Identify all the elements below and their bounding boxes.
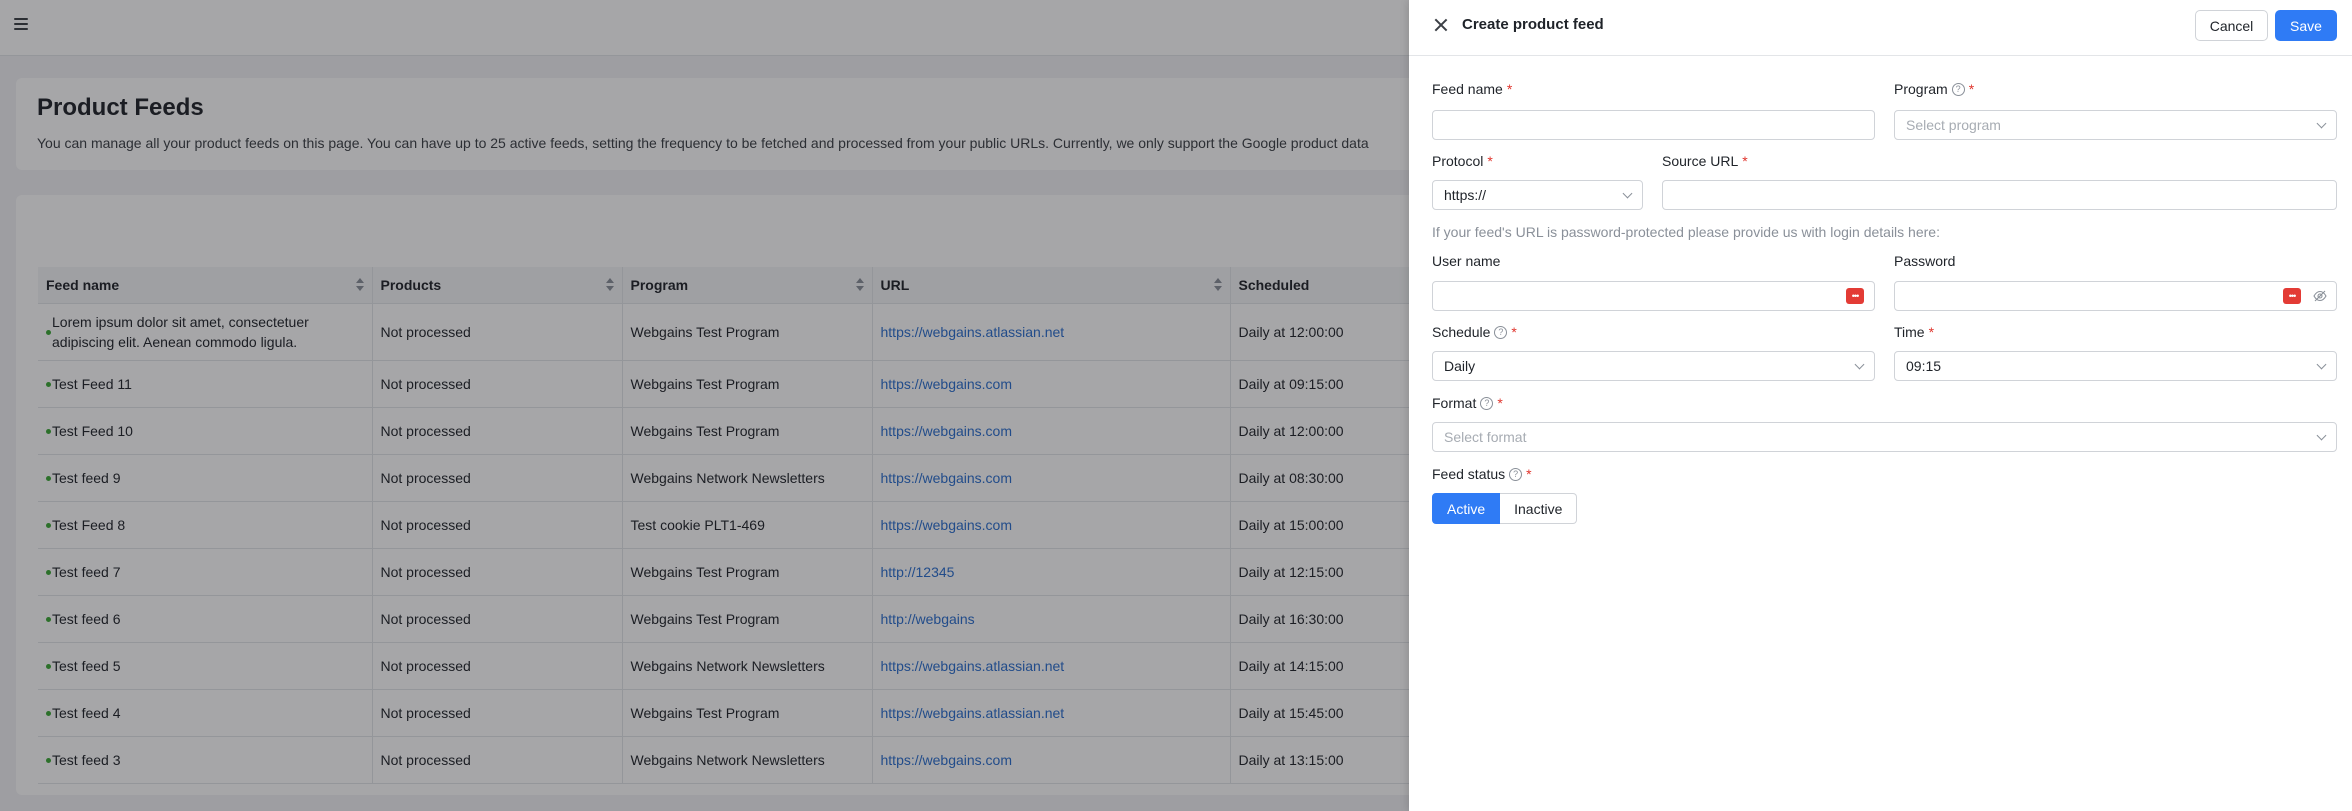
- required-mark: *: [1526, 466, 1532, 482]
- source-url-input[interactable]: [1662, 180, 2337, 210]
- required-mark: *: [1487, 153, 1493, 169]
- help-icon[interactable]: ?: [1509, 467, 1523, 481]
- format-select[interactable]: Select format: [1432, 422, 2337, 452]
- protocol-select[interactable]: https://: [1432, 180, 1643, 210]
- help-icon[interactable]: ?: [1494, 325, 1508, 339]
- program-label: Program? *: [1894, 81, 1975, 97]
- time-value: 09:15: [1906, 358, 1942, 374]
- password-manager-icon[interactable]: •••: [2283, 288, 2301, 304]
- password-input[interactable]: •••: [1894, 281, 2337, 311]
- format-label: Format? *: [1432, 395, 1503, 411]
- program-placeholder: Select program: [1906, 117, 2001, 133]
- drawer-header: Create product feed Cancel Save: [1409, 0, 2352, 56]
- chevron-down-icon: [1622, 188, 1633, 199]
- password-manager-icon[interactable]: •••: [1846, 288, 1864, 304]
- chevron-down-icon: [2316, 430, 2327, 441]
- modal-overlay[interactable]: [0, 0, 1409, 811]
- schedule-value: Daily: [1444, 358, 1476, 374]
- help-icon[interactable]: ?: [1951, 82, 1965, 96]
- status-option-inactive[interactable]: Inactive: [1500, 493, 1578, 524]
- credentials-hint: If your feed's URL is password-protected…: [1432, 224, 1940, 240]
- format-placeholder: Select format: [1444, 429, 1527, 445]
- time-select[interactable]: 09:15: [1894, 351, 2337, 381]
- feed-name-input[interactable]: [1432, 110, 1875, 140]
- username-input[interactable]: •••: [1432, 281, 1875, 311]
- schedule-label: Schedule? *: [1432, 324, 1517, 340]
- save-button[interactable]: Save: [2275, 10, 2337, 41]
- source-url-label: Source URL *: [1662, 153, 1748, 169]
- required-mark: *: [1511, 324, 1517, 340]
- cancel-button[interactable]: Cancel: [2195, 10, 2268, 41]
- status-option-active[interactable]: Active: [1432, 493, 1501, 524]
- required-mark: *: [1742, 153, 1748, 169]
- feed-name-label: Feed name *: [1432, 81, 1513, 97]
- close-icon[interactable]: [1434, 18, 1448, 32]
- schedule-select[interactable]: Daily: [1432, 351, 1875, 381]
- feed-status-label: Feed status? *: [1432, 466, 1532, 482]
- required-mark: *: [1506, 81, 1513, 97]
- program-select[interactable]: Select program: [1894, 110, 2337, 140]
- time-label: Time *: [1894, 324, 1935, 340]
- required-mark: *: [1968, 81, 1975, 97]
- protocol-label: Protocol *: [1432, 153, 1493, 169]
- chevron-down-icon: [2316, 118, 2327, 129]
- feed-status-toggle: Active Inactive: [1432, 493, 1578, 524]
- help-icon[interactable]: ?: [1480, 396, 1494, 410]
- chevron-down-icon: [1854, 359, 1865, 370]
- eye-off-icon[interactable]: [2313, 290, 2327, 302]
- required-mark: *: [1497, 395, 1503, 411]
- create-feed-drawer: Create product feed Cancel Save Feed nam…: [1409, 0, 2352, 811]
- chevron-down-icon: [2316, 359, 2327, 370]
- password-label: Password: [1894, 253, 1956, 269]
- drawer-title: Create product feed: [1462, 16, 1604, 33]
- required-mark: *: [1928, 324, 1935, 340]
- username-label: User name: [1432, 253, 1501, 269]
- protocol-value: https://: [1444, 187, 1487, 203]
